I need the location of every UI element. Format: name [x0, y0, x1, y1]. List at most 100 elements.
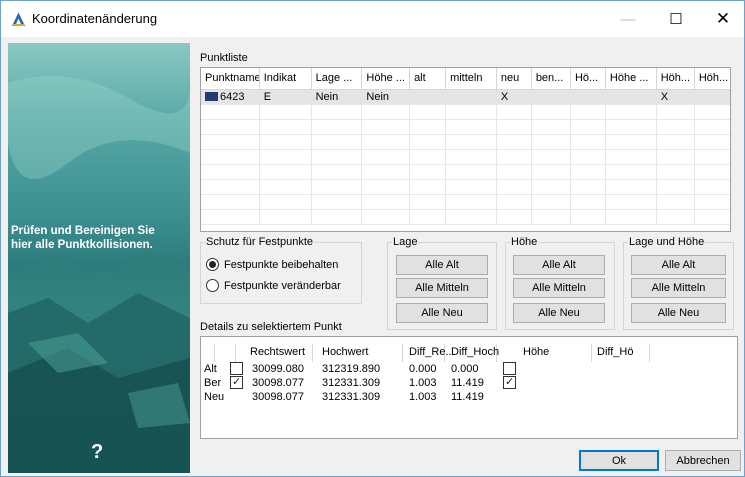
minimize-button[interactable]: — [605, 1, 651, 37]
details-header: Hochwert [322, 346, 369, 358]
col-header[interactable]: Höh... [656, 68, 695, 90]
cell: X [656, 89, 695, 105]
cell: Nein [311, 89, 363, 105]
col-header[interactable]: Lage ... [311, 68, 363, 90]
sidebar-text-line1: Prüfen und Bereinigen Sie [11, 225, 155, 237]
hoehe-alle-mitteln-button[interactable]: Alle Mitteln [513, 278, 605, 298]
column-divider [591, 344, 592, 362]
lage-alle-mitteln-button[interactable]: Alle Mitteln [396, 278, 488, 298]
sidebar-text: Prüfen und Bereinigen Sie hier alle Punk… [8, 224, 190, 252]
details-row-name: Neu [204, 391, 225, 403]
value-rechtswert: 30099.080 [252, 363, 304, 375]
radio-festpunkte-veraenderbar[interactable]: Festpunkte veränderbar [206, 279, 341, 292]
radio-festpunkte-beibehalten[interactable]: Festpunkte beibehalten [206, 258, 338, 271]
hoehe-legend: Höhe [511, 236, 538, 248]
value-hochwert: 312319.890 [322, 363, 381, 375]
cell-punktname: 6423 [201, 89, 260, 105]
empty-row [201, 149, 730, 165]
empty-row [201, 209, 730, 225]
value-diff-hoch: 11.419 [451, 391, 484, 403]
column-divider [214, 344, 215, 362]
details-label: Details zu selektiertem Punkt [200, 321, 342, 333]
checkbox-alt[interactable] [230, 362, 243, 375]
col-header[interactable]: Hö... [570, 68, 606, 90]
empty-row [201, 164, 730, 180]
punktliste-header-row: Punktname Indikat Lage ... Höhe ... alt … [201, 68, 730, 90]
cell: X [496, 89, 532, 105]
table-row[interactable]: 6423 E Nein Nein X X [201, 89, 730, 105]
landscape-image [8, 75, 190, 473]
radio-label: Festpunkte beibehalten [224, 258, 339, 271]
value-diff-re: 0.000 [409, 363, 437, 375]
cell: E [259, 89, 312, 105]
cell-text: 6423 [220, 90, 245, 103]
dialog-window: Koordinatenänderung — ☐ ✕ Prüfen und Ber… [0, 0, 745, 477]
cell: Nein [361, 89, 411, 105]
empty-row [201, 119, 730, 135]
column-divider [649, 344, 650, 362]
ok-button[interactable]: Ok [579, 450, 659, 471]
details-header: Rechtswert [250, 346, 306, 358]
lage-und-hoehe-legend: Lage und Höhe [629, 236, 705, 248]
col-header[interactable]: ben... [531, 68, 571, 90]
cell [409, 89, 447, 105]
punktliste-label: Punktliste [200, 52, 248, 64]
lage-alle-alt-button[interactable]: Alle Alt [396, 255, 488, 275]
radio-unselected-icon [206, 279, 219, 292]
col-header[interactable]: mitteln [445, 68, 497, 90]
hoehe-alle-alt-button[interactable]: Alle Alt [513, 255, 605, 275]
checkbox-alt-hoehe[interactable] [503, 362, 516, 375]
row-selector-icon [205, 91, 218, 101]
checkbox-ber[interactable] [230, 375, 243, 389]
close-button[interactable]: ✕ [700, 1, 745, 37]
col-header[interactable]: Höh... [694, 68, 730, 90]
empty-row [201, 194, 730, 210]
column-divider [402, 344, 403, 362]
col-header[interactable]: Höhe ... [605, 68, 657, 90]
col-header[interactable]: Punktname [201, 68, 260, 90]
cell [531, 89, 571, 105]
help-icon[interactable]: ? [91, 441, 103, 464]
value-diff-hoch: 11.419 [451, 377, 484, 389]
punktliste-table[interactable]: Punktname Indikat Lage ... Höhe ... alt … [200, 67, 731, 232]
cell [694, 89, 730, 105]
schutz-legend: Schutz für Festpunkte [206, 236, 313, 248]
column-divider [312, 344, 313, 362]
value-diff-hoch: 0.000 [451, 363, 479, 375]
value-diff-re: 1.003 [409, 377, 437, 389]
col-header[interactable]: Indikat [259, 68, 312, 90]
lage-legend: Lage [393, 236, 418, 248]
checkbox-ber-hoehe[interactable] [503, 375, 516, 389]
lage-alle-neu-button[interactable]: Alle Neu [396, 303, 488, 323]
details-row-name: Alt [204, 363, 217, 375]
cell [605, 89, 657, 105]
value-rechtswert: 30098.077 [252, 377, 304, 389]
col-header[interactable]: neu [496, 68, 532, 90]
title-bar: Koordinatenänderung — ☐ ✕ [1, 1, 744, 37]
value-diff-re: 1.003 [409, 391, 437, 403]
app-logo-icon [10, 11, 27, 28]
hoehe-alle-neu-button[interactable]: Alle Neu [513, 303, 605, 323]
col-header[interactable]: Höhe ... [361, 68, 411, 90]
cancel-button[interactable]: Abbrechen [665, 450, 741, 471]
cell [445, 89, 497, 105]
details-panel: Rechtswert Hochwert Diff_Re... Diff_Hoch… [200, 336, 738, 439]
details-header: Diff_Hoch [451, 346, 500, 358]
sidebar-banner: Prüfen und Bereinigen Sie hier alle Punk… [8, 43, 190, 473]
lageundhoehe-alle-alt-button[interactable]: Alle Alt [631, 255, 726, 275]
cell [570, 89, 606, 105]
details-header: Diff_Hö [597, 346, 634, 358]
lageundhoehe-alle-mitteln-button[interactable]: Alle Mitteln [631, 278, 726, 298]
lageundhoehe-alle-neu-button[interactable]: Alle Neu [631, 303, 726, 323]
details-header: Diff_Re... [409, 346, 455, 358]
col-header[interactable]: alt [409, 68, 447, 90]
column-divider [235, 344, 236, 362]
empty-row [201, 104, 730, 120]
value-rechtswert: 30098.077 [252, 391, 304, 403]
empty-row [201, 134, 730, 150]
radio-selected-icon [206, 258, 219, 271]
maximize-button[interactable]: ☐ [653, 1, 699, 37]
details-row-name: Ber [204, 377, 222, 389]
window-title: Koordinatenänderung [32, 11, 158, 26]
empty-row [201, 179, 730, 195]
